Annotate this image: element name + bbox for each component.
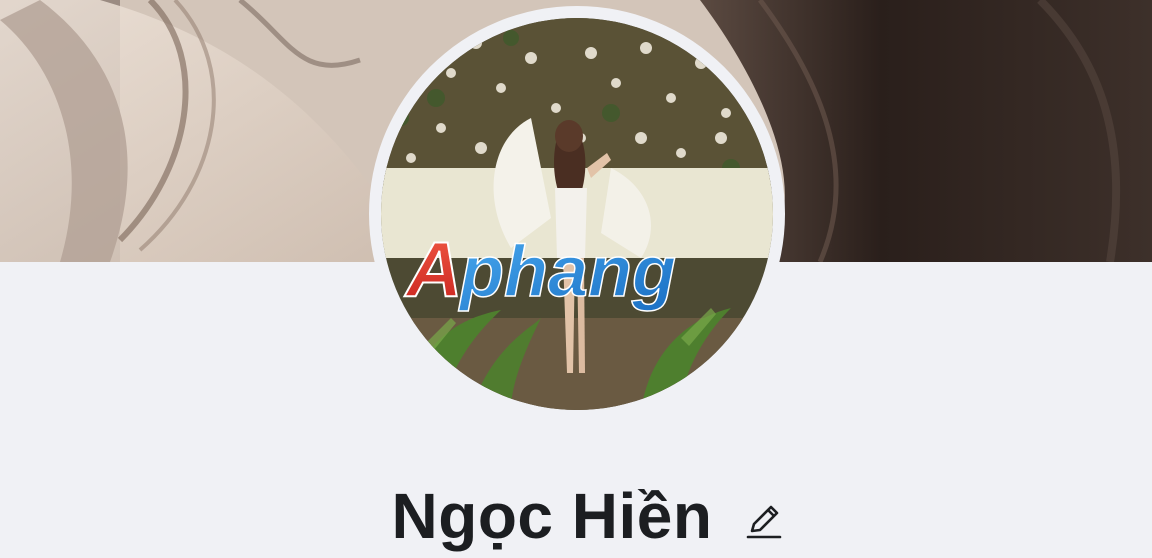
profile-name: Ngọc Hiền bbox=[391, 480, 713, 552]
avatar-image bbox=[381, 18, 773, 410]
edit-name-button[interactable] bbox=[740, 497, 788, 545]
profile-page: A phang Ngọc Hiền bbox=[0, 0, 1152, 558]
pencil-icon bbox=[747, 505, 782, 539]
profile-name-row: Ngọc Hiền bbox=[0, 474, 1152, 558]
profile-avatar[interactable] bbox=[381, 18, 773, 410]
